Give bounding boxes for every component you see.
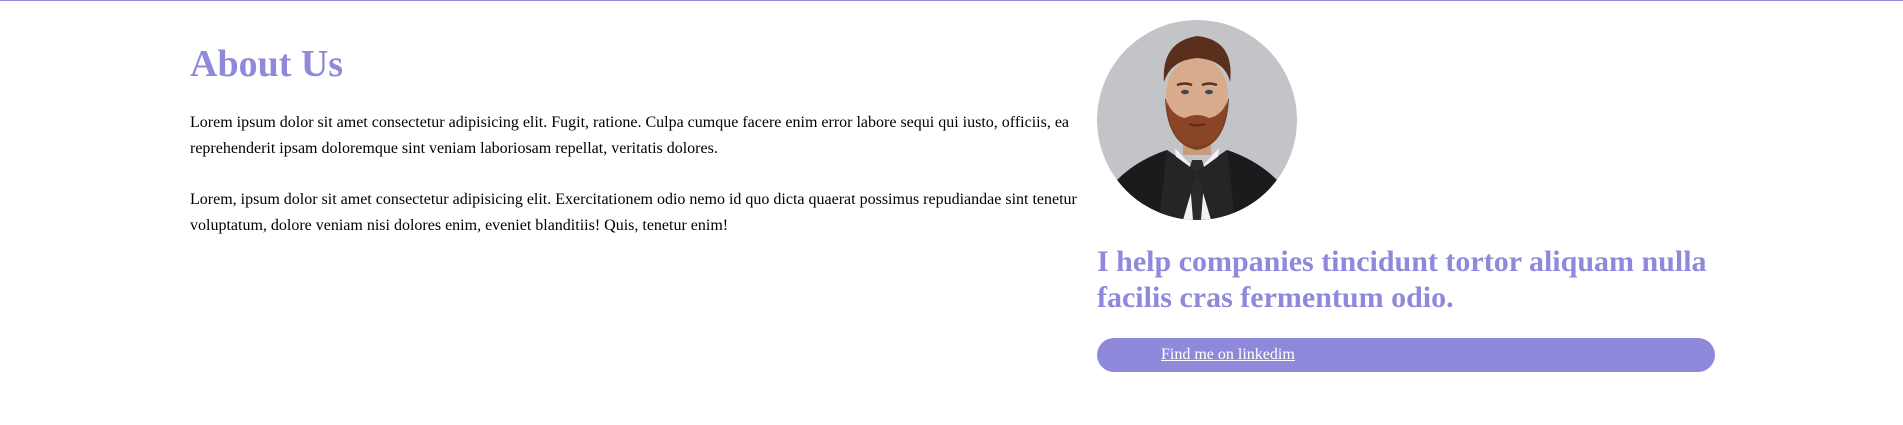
- profile-section: I help companies tincidunt tortor aliqua…: [1097, 20, 1717, 372]
- about-heading: About Us: [190, 43, 344, 85]
- profile-avatar: [1097, 20, 1297, 220]
- top-border: [0, 0, 1903, 1]
- about-section: About Us Lorem ipsum dolor sit amet cons…: [190, 40, 1080, 264]
- profile-tagline: I help companies tincidunt tortor aliqua…: [1097, 245, 1707, 314]
- linkedin-button[interactable]: Find me on linkedim: [1097, 338, 1715, 372]
- about-paragraph-1: Lorem ipsum dolor sit amet consectetur a…: [190, 114, 1070, 157]
- about-paragraph-2: Lorem, ipsum dolor sit amet consectetur …: [190, 191, 1077, 234]
